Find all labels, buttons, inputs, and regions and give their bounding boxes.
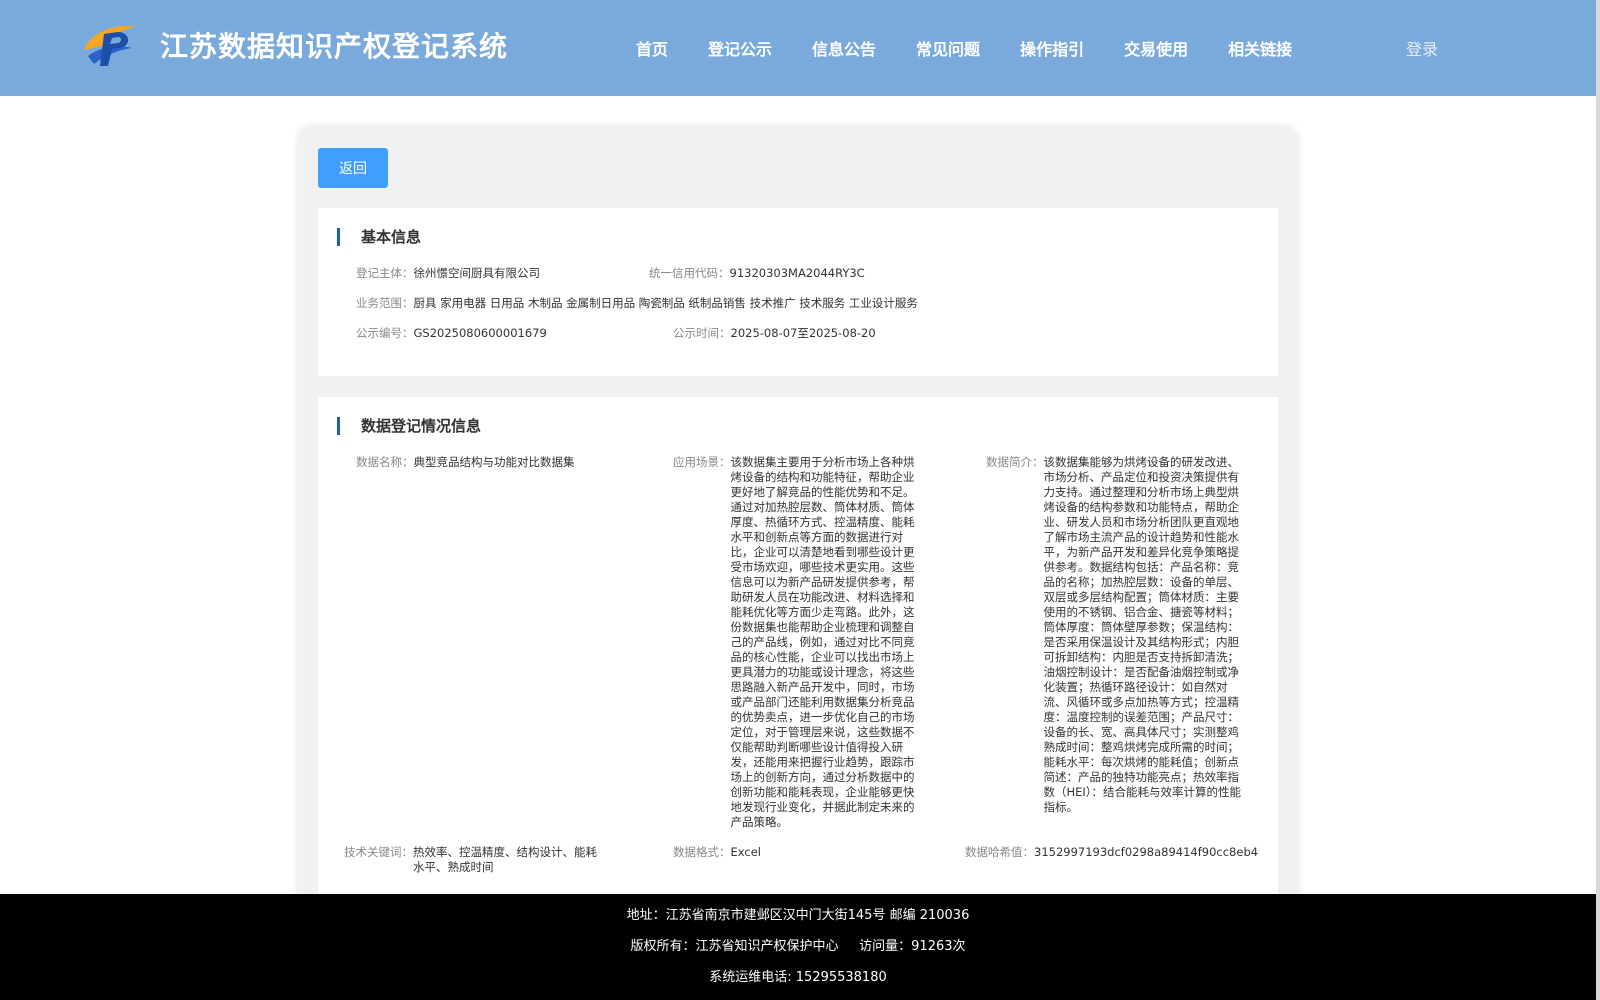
scenario-label: 应用场景： xyxy=(673,455,731,469)
credit-code-label: 统一信用代码： xyxy=(649,266,730,280)
scenario-field: 应用场景： 该数据集主要用于分析市场上各种烘烤设备的结构和功能特征，帮助企业更好… xyxy=(673,455,923,830)
footer-copyright-line: 版权所有：江苏省知识产权保护中心 访问量：91263次 xyxy=(0,935,1596,954)
credit-code-value: 91320303MA2044RY3C xyxy=(729,266,865,280)
nav-trade-use[interactable]: 交易使用 xyxy=(1124,36,1188,60)
footer-phone: 系统运维电话: 15295538180 xyxy=(709,970,887,985)
entity-label: 登记主体： xyxy=(356,266,414,280)
main-nav: 首页 登记公示 信息公告 常见问题 操作指引 交易使用 相关链接 xyxy=(636,36,1332,60)
summary-label: 数据简介： xyxy=(986,455,1044,469)
keywords-field: 技术关键词： 热效率、控温精度、结构设计、能耗水平、熟成时间 xyxy=(344,845,608,875)
detail-card: 返回 基本信息 登记主体： 徐州憬空间厨具有限公司 统一信用代码： 913203… xyxy=(298,127,1298,907)
hash-field: 数据哈希值： 3152997193dcf0298a89414f90cc8eb4 xyxy=(965,845,1258,860)
basic-info-section: 基本信息 登记主体： 徐州憬空间厨具有限公司 统一信用代码： 91320303M… xyxy=(318,208,1278,376)
entity-value: 徐州憬空间厨具有限公司 xyxy=(413,266,541,280)
back-button[interactable]: 返回 xyxy=(318,148,388,188)
notice-no-label: 公示编号： xyxy=(356,326,414,340)
scenario-value: 该数据集主要用于分析市场上各种烘烤设备的结构和功能特征，帮助企业更好地了解竞品的… xyxy=(730,455,915,829)
nav-info-announcement[interactable]: 信息公告 xyxy=(812,36,876,60)
nav-registration-notice[interactable]: 登记公示 xyxy=(708,36,772,60)
page-footer: 地址：江苏省南京市建邺区汉中门大街145号 邮编 210036 版权所有：江苏省… xyxy=(0,894,1596,1000)
format-label: 数据格式： xyxy=(673,845,731,859)
footer-visits: 访问量：91263次 xyxy=(859,939,966,954)
page-scrollbar[interactable] xyxy=(1596,0,1600,1000)
credit-code-field: 统一信用代码： 91320303MA2044RY3C xyxy=(649,266,865,281)
nav-guide[interactable]: 操作指引 xyxy=(1020,36,1084,60)
notice-no-field: 公示编号： GS2025080600001679 xyxy=(356,326,547,341)
summary-field: 数据简介： 该数据集能够为烘烤设备的研发改进、市场分析、产品定位和投资决策提供有… xyxy=(986,455,1244,815)
format-value: Excel xyxy=(730,845,761,859)
footer-copyright: 版权所有：江苏省知识产权保护中心 xyxy=(630,939,839,954)
nav-related-links[interactable]: 相关链接 xyxy=(1228,36,1292,60)
registration-section: 数据登记情况信息 数据名称： 典型竞品结构与功能对比数据集 应用场景： 该数据集… xyxy=(318,397,1278,907)
hash-label: 数据哈希值： xyxy=(965,845,1034,859)
scope-field: 业务范围： 厨具 家用电器 日用品 木制品 金属制日用品 陶瓷制品 纸制品销售 … xyxy=(356,296,918,311)
notice-time-field: 公示时间： 2025-08-07至2025-08-20 xyxy=(673,326,876,341)
notice-no-value: GS2025080600001679 xyxy=(413,326,547,340)
nav-home[interactable]: 首页 xyxy=(636,36,668,60)
data-name-field: 数据名称： 典型竞品结构与功能对比数据集 xyxy=(356,455,575,470)
login-link[interactable]: 登录 xyxy=(1406,36,1438,60)
keywords-label: 技术关键词： xyxy=(344,845,413,859)
notice-time-label: 公示时间： xyxy=(673,326,731,340)
top-header: 江苏数据知识产权登记系统 首页 登记公示 信息公告 常见问题 操作指引 交易使用… xyxy=(0,0,1596,96)
keywords-value: 热效率、控温精度、结构设计、能耗水平、熟成时间 xyxy=(413,845,597,874)
site-title: 江苏数据知识产权登记系统 xyxy=(160,30,509,63)
hash-value: 3152997193dcf0298a89414f90cc8eb4 xyxy=(1034,845,1259,859)
data-name-value: 典型竞品结构与功能对比数据集 xyxy=(413,455,575,469)
data-name-label: 数据名称： xyxy=(356,455,414,469)
registration-heading: 数据登记情况信息 xyxy=(337,417,481,435)
scope-value: 厨具 家用电器 日用品 木制品 金属制日用品 陶瓷制品 纸制品销售 技术推广 技… xyxy=(413,296,918,310)
entity-field: 登记主体： 徐州憬空间厨具有限公司 xyxy=(356,266,540,281)
scope-label: 业务范围： xyxy=(356,296,414,310)
site-logo xyxy=(84,25,136,66)
summary-value: 该数据集能够为烘烤设备的研发改进、市场分析、产品定位和投资决策提供有力支持。通过… xyxy=(1043,455,1242,814)
basic-info-heading: 基本信息 xyxy=(337,228,421,246)
footer-address: 地址：江苏省南京市建邺区汉中门大街145号 邮编 210036 xyxy=(626,908,970,923)
nav-faq[interactable]: 常见问题 xyxy=(916,36,980,60)
format-field: 数据格式： Excel xyxy=(673,845,761,860)
notice-time-value: 2025-08-07至2025-08-20 xyxy=(730,326,876,340)
